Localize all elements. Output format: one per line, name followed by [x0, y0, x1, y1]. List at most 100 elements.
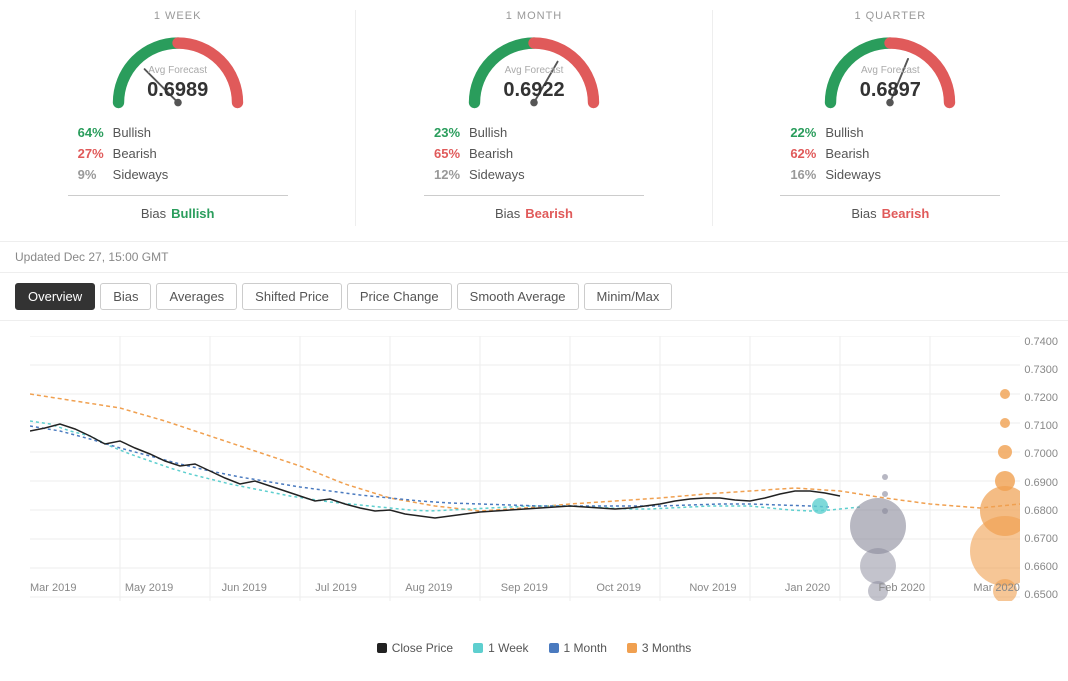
legend-label: 1 Week [488, 641, 528, 655]
x-axis-label: Feb 2020 [879, 582, 925, 594]
legend-item: 3 Months [627, 641, 691, 655]
legend-dot [377, 643, 387, 653]
avg-forecast-label: Avg Forecast [861, 65, 920, 76]
bias-value: Bullish [171, 206, 214, 221]
x-axis-label: Jan 2020 [785, 582, 830, 594]
bullish-row: 22% Bullish [790, 122, 990, 143]
bearish-pct: 62% [790, 146, 825, 161]
main-chart [30, 336, 1020, 601]
y-axis-label: 0.7200 [1024, 392, 1058, 404]
x-axis-label: Mar 2020 [973, 582, 1019, 594]
y-axis-label: 0.7100 [1024, 420, 1058, 432]
bias-value: Bearish [525, 206, 573, 221]
y-axis-label: 0.6600 [1024, 561, 1058, 573]
tab-minim/max[interactable]: Minim/Max [584, 283, 673, 310]
stats-table: 22% Bullish 62% Bearish 16% Sideways [780, 117, 1000, 190]
bearish-label: Bearish [469, 146, 513, 161]
forecast-panel-2: 1 QUARTER Avg Forecast 0.6897 22% Bullis… [713, 10, 1068, 226]
tab-averages[interactable]: Averages [156, 283, 237, 310]
period-label: 1 WEEK [154, 10, 202, 22]
y-axis-label: 0.7000 [1024, 448, 1058, 460]
gauge: Avg Forecast 0.6922 [454, 27, 614, 112]
sideways-row: 16% Sideways [790, 164, 990, 185]
legend-dot [627, 643, 637, 653]
sideways-row: 9% Sideways [78, 164, 278, 185]
bias-text: Bias [141, 206, 166, 221]
x-axis-label: Nov 2019 [689, 582, 736, 594]
x-axis-label: Aug 2019 [405, 582, 452, 594]
bullish-pct: 64% [78, 125, 113, 140]
legend-dot [549, 643, 559, 653]
bearish-row: 27% Bearish [78, 143, 278, 164]
bearish-row: 62% Bearish [790, 143, 990, 164]
x-axis-label: May 2019 [125, 582, 173, 594]
bearish-label: Bearish [825, 146, 869, 161]
x-axis-label: Jul 2019 [315, 582, 357, 594]
bias-text: Bias [851, 206, 876, 221]
bias-text: Bias [495, 206, 520, 221]
avg-forecast-label: Avg Forecast [505, 65, 564, 76]
x-axis-label: Mar 2019 [30, 582, 76, 594]
stats-table: 64% Bullish 27% Bearish 9% Sideways [68, 117, 288, 190]
update-text: Updated Dec 27, 15:00 GMT [15, 250, 168, 264]
y-axis-label: 0.7400 [1024, 336, 1058, 348]
forecast-panel-1: 1 MONTH Avg Forecast 0.6922 23% Bullish [356, 10, 712, 226]
legend-dot [473, 643, 483, 653]
bullish-label: Bullish [469, 125, 507, 140]
avg-forecast-value: 0.6922 [503, 79, 564, 102]
divider [424, 195, 644, 196]
gauge: Avg Forecast 0.6897 [810, 27, 970, 112]
y-axis-labels: 0.74000.73000.72000.71000.70000.69000.68… [1024, 336, 1058, 601]
y-axis-label: 0.7300 [1024, 364, 1058, 376]
tab-bias[interactable]: Bias [100, 283, 151, 310]
bullish-pct: 22% [790, 125, 825, 140]
avg-forecast-label: Avg Forecast [148, 65, 207, 76]
bias-row: Bias Bullish [131, 201, 225, 226]
sideways-pct: 12% [434, 167, 469, 182]
bias-row: Bias Bearish [485, 201, 583, 226]
bearish-pct: 27% [78, 146, 113, 161]
y-axis-label: 0.6700 [1024, 533, 1058, 545]
bullish-pct: 23% [434, 125, 469, 140]
bullish-row: 23% Bullish [434, 122, 634, 143]
bearish-label: Bearish [113, 146, 157, 161]
tab-overview[interactable]: Overview [15, 283, 95, 310]
tab-smooth-average[interactable]: Smooth Average [457, 283, 579, 310]
sideways-label: Sideways [113, 167, 169, 182]
bearish-row: 65% Bearish [434, 143, 634, 164]
divider [68, 195, 288, 196]
legend-label: 1 Month [564, 641, 607, 655]
top-section: 1 WEEK Avg Forecast 0.6989 64% Bullish [0, 0, 1068, 242]
legend-item: Close Price [377, 641, 453, 655]
sideways-label: Sideways [825, 167, 881, 182]
update-bar: Updated Dec 27, 15:00 GMT [0, 242, 1068, 273]
sideways-label: Sideways [469, 167, 525, 182]
x-axis-label: Jun 2019 [222, 582, 267, 594]
bullish-row: 64% Bullish [78, 122, 278, 143]
bullish-label: Bullish [113, 125, 151, 140]
bias-value: Bearish [882, 206, 930, 221]
chart-wrapper: Mar 2019 May 2019 Jun 2019 Jul 2019 Aug 2019… [0, 321, 1068, 660]
y-axis-label: 0.6800 [1024, 505, 1058, 517]
legend-item: 1 Week [473, 641, 528, 655]
legend-label: 3 Months [642, 641, 691, 655]
tab-shifted-price[interactable]: Shifted Price [242, 283, 342, 310]
legend-item: 1 Month [549, 641, 607, 655]
bullish-label: Bullish [825, 125, 863, 140]
divider [780, 195, 1000, 196]
chart-area: Mar 2019 May 2019 Jun 2019 Jul 2019 Aug 2019… [0, 326, 1068, 636]
period-label: 1 MONTH [506, 10, 563, 22]
bias-row: Bias Bearish [841, 201, 939, 226]
legend-label: Close Price [392, 641, 453, 655]
sideways-row: 12% Sideways [434, 164, 634, 185]
y-axis-label: 0.6500 [1024, 589, 1058, 601]
avg-forecast-value: 0.6989 [147, 79, 208, 102]
x-axis: Mar 2019 May 2019 Jun 2019 Jul 2019 Aug 2019… [30, 582, 1020, 594]
bearish-pct: 65% [434, 146, 469, 161]
stats-table: 23% Bullish 65% Bearish 12% Sideways [424, 117, 644, 190]
x-axis-label: Sep 2019 [501, 582, 548, 594]
tabs-bar: OverviewBiasAveragesShifted PricePrice C… [0, 273, 1068, 321]
forecast-panel-0: 1 WEEK Avg Forecast 0.6989 64% Bullish [0, 10, 356, 226]
tab-price-change[interactable]: Price Change [347, 283, 452, 310]
period-label: 1 QUARTER [854, 10, 926, 22]
